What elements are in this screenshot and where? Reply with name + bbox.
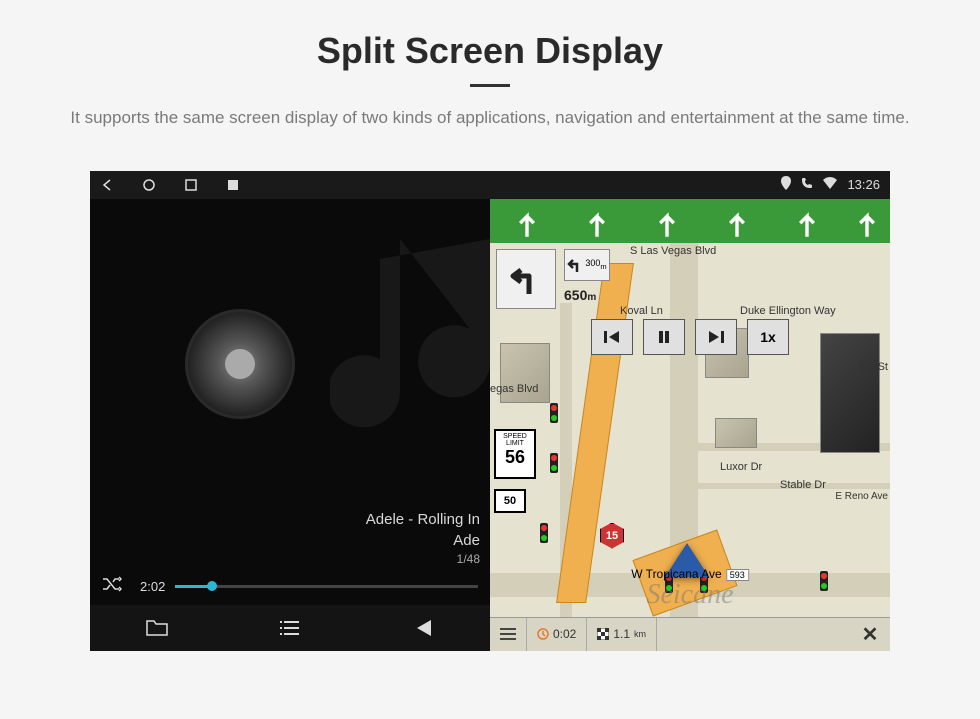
turn-distance: 650m [564, 287, 596, 303]
wifi-icon [823, 177, 837, 192]
sim-restart-button[interactable] [591, 319, 633, 355]
route-number-sign: 50 [494, 489, 526, 513]
location-icon [781, 176, 791, 193]
lane-arrow-icon [850, 205, 884, 239]
eta-time[interactable]: 0:02 [527, 618, 587, 651]
street-label: egas Blvd [490, 383, 538, 395]
sim-speed-button[interactable]: 1x [747, 319, 789, 355]
device-screen: 13:26 Adele - Rolling In Ade 1/48 2:02 [90, 171, 890, 651]
lane-guidance-bar [490, 199, 890, 243]
traffic-light-icon [550, 403, 558, 423]
title-underline [470, 84, 510, 87]
navigation-pane: S Las Vegas Blvd Koval Ln Duke Ellington… [490, 199, 890, 651]
playlist-button[interactable] [275, 613, 305, 643]
speed-limit-sign: SPEED LIMIT 56 [494, 429, 536, 479]
status-bar: 13:26 [90, 171, 890, 199]
turn-instruction [496, 249, 556, 309]
street-label: Stable Dr [780, 479, 826, 491]
album-record[interactable] [185, 309, 295, 419]
phone-icon [801, 177, 813, 192]
sim-skip-button[interactable] [695, 319, 737, 355]
lane-arrow-icon [790, 205, 824, 239]
page-title: Split Screen Display [70, 30, 909, 72]
track-counter: 1/48 [90, 551, 480, 568]
next-turn-box: 300m [564, 249, 610, 281]
street-label: E Reno Ave [835, 491, 888, 502]
simulation-controls: 1x [591, 319, 789, 355]
track-title: Adele - Rolling In [90, 509, 480, 530]
shuffle-icon[interactable] [102, 576, 122, 597]
menu-button[interactable] [490, 618, 527, 651]
lane-arrow-icon [720, 205, 754, 239]
lane-arrow-icon [650, 205, 684, 239]
home-icon[interactable] [142, 178, 156, 192]
clock-time: 13:26 [847, 177, 880, 192]
lane-arrow-icon [510, 205, 544, 239]
street-label: Luxor Dr [720, 461, 762, 473]
lane-arrow-icon [580, 205, 614, 239]
traffic-light-icon [820, 571, 828, 591]
track-artist: Ade [90, 530, 480, 551]
interstate-shield-icon: 15 [600, 523, 624, 549]
recent-apps-icon[interactable] [184, 178, 198, 192]
back-icon[interactable] [100, 178, 114, 192]
traffic-light-icon [540, 523, 548, 543]
folder-button[interactable] [142, 613, 172, 643]
traffic-light-icon [550, 453, 558, 473]
street-label: Koval Ln [620, 305, 663, 317]
gallery-icon[interactable] [226, 178, 240, 192]
close-button[interactable]: ✕ [850, 622, 890, 647]
sim-pause-button[interactable] [643, 319, 685, 355]
current-street-label: W Tropicana Ave593 [631, 567, 749, 581]
street-label: iles St [858, 361, 888, 373]
elapsed-time: 2:02 [140, 579, 165, 594]
previous-track-button[interactable] [408, 613, 438, 643]
music-player-pane: Adele - Rolling In Ade 1/48 2:02 [90, 199, 490, 651]
flag-icon [597, 628, 609, 640]
remaining-distance[interactable]: 1.1km [587, 618, 657, 651]
nav-bottom-bar: 0:02 1.1km ✕ [490, 617, 890, 651]
page-subtitle: It supports the same screen display of t… [70, 105, 909, 131]
clock-icon [537, 628, 549, 640]
progress-slider[interactable] [175, 585, 478, 588]
street-label: S Las Vegas Blvd [630, 245, 716, 257]
street-label: Duke Ellington Way [740, 305, 836, 317]
